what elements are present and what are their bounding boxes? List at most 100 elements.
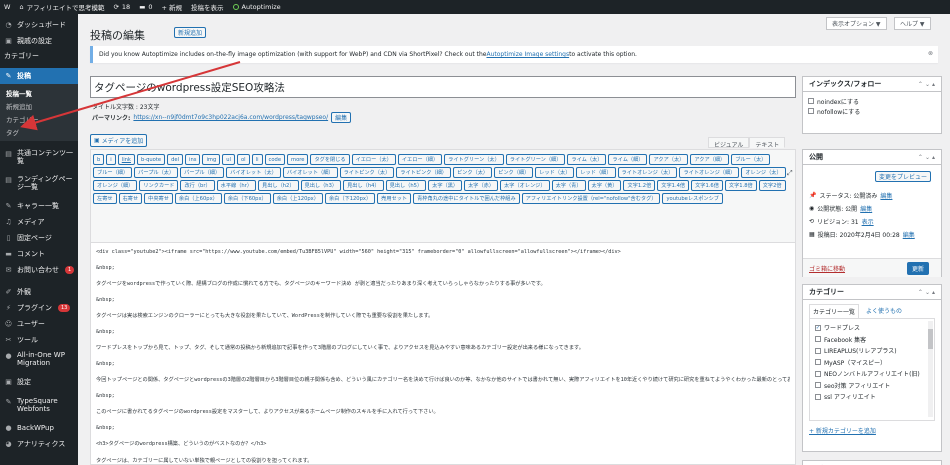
quicktag-button[interactable]: 余白（下120px） <box>324 193 376 204</box>
update-button[interactable]: 更新 <box>907 262 930 275</box>
quicktag-button[interactable]: ライトオレンジ（細） <box>679 167 740 178</box>
toggle-arrows-icon[interactable]: ⌃⌄▴ <box>918 289 937 296</box>
category-checkbox[interactable]: Facebook 集客 <box>810 334 934 346</box>
menu-posts[interactable]: ✎ 投稿 <box>0 68 78 84</box>
screen-options-button[interactable]: 表示オプション ▼ <box>826 17 887 30</box>
quicktag-button[interactable]: タグを閉じる <box>310 154 350 165</box>
add-new-button[interactable]: 新規追加 <box>174 27 207 38</box>
tab-all-categories[interactable]: カテゴリー一覧 <box>809 304 860 318</box>
quicktag-button[interactable]: パープル（細） <box>180 167 225 178</box>
quicktag-button[interactable]: アクア（太） <box>649 154 689 165</box>
quicktag-button[interactable]: youtubeレスポンシブ <box>662 193 723 204</box>
toggle-arrows-icon[interactable]: ⌃⌄▴ <box>918 154 937 161</box>
quicktag-button[interactable]: ブルー（細） <box>93 167 133 178</box>
quicktag-button[interactable]: ピンク（太） <box>452 167 493 178</box>
quicktag-button[interactable]: 見出し（h4） <box>343 180 384 191</box>
quicktag-button[interactable]: 改行（br） <box>180 180 215 191</box>
autoptimize-link[interactable]: Autoptimize <box>232 3 281 11</box>
submenu-all-posts[interactable]: 投稿一覧 <box>0 86 78 99</box>
quicktag-button[interactable]: ライトグリーン（細） <box>505 154 566 165</box>
quicktag-button[interactable]: code <box>264 154 286 165</box>
quicktag-button[interactable]: 水平線（hr） <box>216 180 257 191</box>
scrollbar-thumb[interactable] <box>928 329 933 349</box>
quicktag-button[interactable]: 太字（黄） <box>587 180 622 191</box>
submenu-add-new[interactable]: 新規追加 <box>0 99 78 112</box>
quicktag-button[interactable]: ol <box>237 154 250 165</box>
menu-pages[interactable]: ▯ 固定ページ <box>0 230 78 246</box>
menu-dashboard[interactable]: ◔ ダッシュボード <box>0 17 78 33</box>
fullscreen-icon[interactable]: ⤢ <box>787 169 793 178</box>
quicktag-button[interactable]: ライトオレンジ（太） <box>617 167 678 178</box>
menu-plugins[interactable]: ⚡ プラグイン 13 <box>0 300 78 316</box>
menu-appearance[interactable]: ✐ 外観 <box>0 284 78 300</box>
quicktag-button[interactable]: 文字2倍 <box>758 180 786 191</box>
quicktag-button[interactable]: レッド（細） <box>576 167 616 178</box>
new-content-link[interactable]: + 新規 <box>161 2 182 12</box>
quicktag-button[interactable]: 文字1.6倍 <box>691 180 723 191</box>
menu-tools[interactable]: ✂ ツール <box>0 332 78 348</box>
quicktag-button[interactable]: オレンジ（太） <box>741 167 786 178</box>
quicktag-button[interactable]: b <box>93 154 105 165</box>
quicktag-button[interactable]: 余白（下60px） <box>223 193 271 204</box>
quicktag-button[interactable]: 太字（赤） <box>464 180 499 191</box>
updates-link[interactable]: ⟳ 18 <box>113 3 130 11</box>
submenu-categories[interactable]: カテゴリー <box>0 112 78 125</box>
quicktag-button[interactable]: イエロー（細） <box>397 154 443 165</box>
show-revisions-link[interactable]: 表示 <box>862 217 874 226</box>
permalink-url[interactable]: https://xn--n9jf0dmt7o9c3hp022acj6a.com/… <box>133 114 328 121</box>
menu-settings-relatives[interactable]: ▣ 親戚の設定 <box>0 33 78 49</box>
quicktag-button[interactable]: 余白（上120px） <box>272 193 323 204</box>
quicktag-button[interactable]: img <box>202 154 221 165</box>
menu-landing-pages[interactable]: ▤ ランディングページ一覧 <box>0 172 78 198</box>
category-checkbox[interactable]: ssl アフィリエイト <box>810 391 934 403</box>
quicktag-button[interactable]: オレンジ（細） <box>93 180 138 191</box>
quicktag-button[interactable]: リンクカード <box>139 180 179 191</box>
menu-comments[interactable]: ▬ コメント <box>0 246 78 262</box>
menu-character[interactable]: ✎ キャラー一覧 <box>0 198 78 214</box>
menu-typesquare[interactable]: ✎ TypeSquare Webfonts <box>0 394 78 420</box>
tab-text[interactable]: テキスト <box>749 137 786 149</box>
autoptimize-settings-link[interactable]: Autoptimize Image settings <box>486 51 569 58</box>
quicktag-button[interactable]: アクア（細） <box>690 154 730 165</box>
view-post-link[interactable]: 投稿を表示 <box>191 2 224 12</box>
post-title-input[interactable]: タグページのwordpress設定SEO攻略法 <box>90 76 796 98</box>
quicktag-button[interactable]: 太字（黒） <box>428 180 463 191</box>
quicktag-button[interactable]: 青枠角丸の途中にタイトルで囲んだ枠組み <box>413 193 520 204</box>
category-checkbox[interactable]: MyASP（マイスピー） <box>810 357 934 369</box>
quicktag-button[interactable]: li <box>251 154 263 165</box>
scrollbar[interactable] <box>928 321 933 417</box>
tab-popular-categories[interactable]: よく使うもの <box>863 304 905 318</box>
quicktag-button[interactable]: ul <box>222 154 235 165</box>
quicktag-button[interactable]: ライム（細） <box>608 154 648 165</box>
category-checkbox[interactable]: LIREAPLUS(リレアプラス) <box>810 345 934 357</box>
site-name-link[interactable]: ⌂ アフィリエイトで思考模範 <box>19 2 104 12</box>
quicktag-button[interactable]: 太字（オレンジ） <box>500 180 550 191</box>
edit-visibility-link[interactable]: 編集 <box>860 204 872 213</box>
quicktag-button[interactable]: 右寄せ <box>118 193 143 204</box>
quicktag-button[interactable]: i <box>106 154 116 165</box>
quicktag-button[interactable]: ピンク（細） <box>494 167 534 178</box>
nofollow-checkbox[interactable]: nofollowにする <box>803 106 941 116</box>
trash-link[interactable]: ゴミ箱に移動 <box>809 264 845 273</box>
edit-status-link[interactable]: 編集 <box>880 191 892 200</box>
menu-settings[interactable]: ▣ 設定 <box>0 374 78 390</box>
menu-common-content[interactable]: ▤ 共通コンテンツ一覧 <box>0 146 78 172</box>
submenu-tags[interactable]: タグ <box>0 125 78 138</box>
edit-date-link[interactable]: 編集 <box>903 230 915 239</box>
toggle-arrows-icon[interactable]: ⌃⌄▴ <box>918 81 937 88</box>
help-button[interactable]: ヘルプ ▼ <box>894 17 931 30</box>
quicktag-button[interactable]: 見出し（h2） <box>258 180 299 191</box>
menu-users[interactable]: ☺ ユーザー <box>0 316 78 332</box>
dismiss-icon[interactable]: ⊗ <box>928 50 933 57</box>
quicktag-button[interactable]: 文字1.4倍 <box>657 180 690 191</box>
quicktag-button[interactable]: 見出し（h5） <box>385 180 427 191</box>
quicktag-button[interactable]: ブルー（太） <box>731 154 771 165</box>
wp-logo-icon[interactable]: W <box>4 3 10 11</box>
quicktag-button[interactable]: 文字1.8倍 <box>724 180 757 191</box>
quicktag-button[interactable]: レッド（太） <box>535 167 575 178</box>
quicktag-button[interactable]: 売用セット <box>377 193 412 204</box>
category-checkbox[interactable]: ✓ ワードプレス <box>810 322 934 334</box>
quicktag-button[interactable]: more <box>287 154 309 165</box>
quicktag-button[interactable]: ライトピンク（太） <box>339 167 395 178</box>
quicktag-button[interactable]: パープル（太） <box>134 167 179 178</box>
